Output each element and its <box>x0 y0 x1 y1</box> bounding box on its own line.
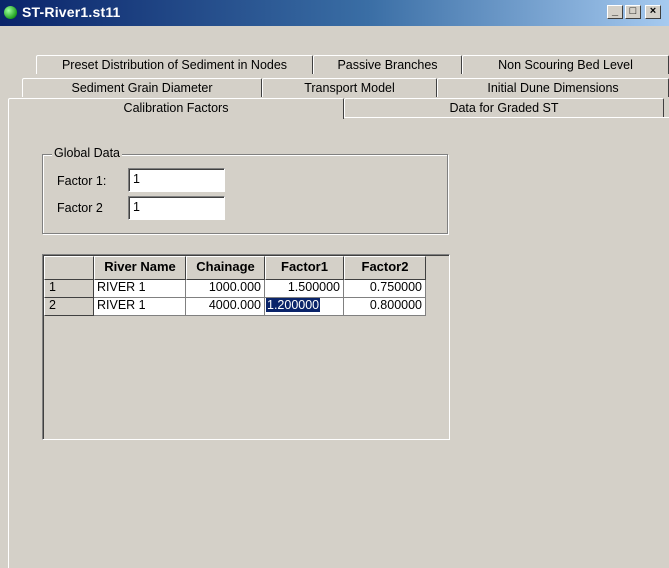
tab-calibration-factors[interactable]: Calibration Factors <box>8 98 344 119</box>
maximize-icon: □ <box>629 5 637 17</box>
selected-cell-text: 1.200000 <box>266 298 321 312</box>
column-header-river-name[interactable]: River Name <box>94 256 186 280</box>
maximize-button[interactable]: □ <box>625 5 641 19</box>
close-button[interactable]: × <box>645 5 661 19</box>
cell-factor2[interactable]: 0.750000 <box>344 280 426 298</box>
tab-transport-model[interactable]: Transport Model <box>262 78 437 97</box>
close-icon: × <box>649 5 657 17</box>
row-header-2[interactable]: 2 <box>44 298 94 316</box>
factor1-label: Factor 1: <box>57 174 107 188</box>
row-header-1[interactable]: 1 <box>44 280 94 298</box>
app-icon <box>4 6 17 19</box>
cell-factor1[interactable]: 1.500000 <box>265 280 344 298</box>
global-data-group <box>42 154 448 234</box>
minimize-button[interactable]: _ <box>607 5 623 19</box>
tab-initial-dune-dimensions[interactable]: Initial Dune Dimensions <box>437 78 669 97</box>
column-header-factor1[interactable]: Factor1 <box>265 256 344 280</box>
factor1-input[interactable]: 1 <box>128 168 225 192</box>
column-header-factor2[interactable]: Factor2 <box>344 256 426 280</box>
tab-non-scouring-bed-level[interactable]: Non Scouring Bed Level <box>462 55 669 74</box>
window-title: ST-River1.st11 <box>22 4 121 20</box>
factor2-input[interactable]: 1 <box>128 196 225 220</box>
tab-preset-distribution[interactable]: Preset Distribution of Sediment in Nodes <box>36 55 313 74</box>
cell-river-name[interactable]: RIVER 1 <box>94 298 186 316</box>
cell-chainage[interactable]: 4000.000 <box>186 298 265 316</box>
cell-factor1-selected[interactable]: 1.200000 <box>265 298 344 316</box>
tab-passive-branches[interactable]: Passive Branches <box>313 55 462 74</box>
cell-chainage[interactable]: 1000.000 <box>186 280 265 298</box>
tab-sediment-grain-diameter[interactable]: Sediment Grain Diameter <box>22 78 262 97</box>
title-bar[interactable]: ST-River1.st11 _ □ × <box>0 0 669 26</box>
factor2-label: Factor 2 <box>57 201 103 215</box>
cell-river-name[interactable]: RIVER 1 <box>94 280 186 298</box>
tab-data-for-graded-st[interactable]: Data for Graded ST <box>344 98 664 117</box>
global-data-legend: Global Data <box>52 146 123 160</box>
minimize-icon: _ <box>611 5 619 17</box>
grid-corner-header <box>44 256 94 280</box>
cell-factor2[interactable]: 0.800000 <box>344 298 426 316</box>
column-header-chainage[interactable]: Chainage <box>186 256 265 280</box>
